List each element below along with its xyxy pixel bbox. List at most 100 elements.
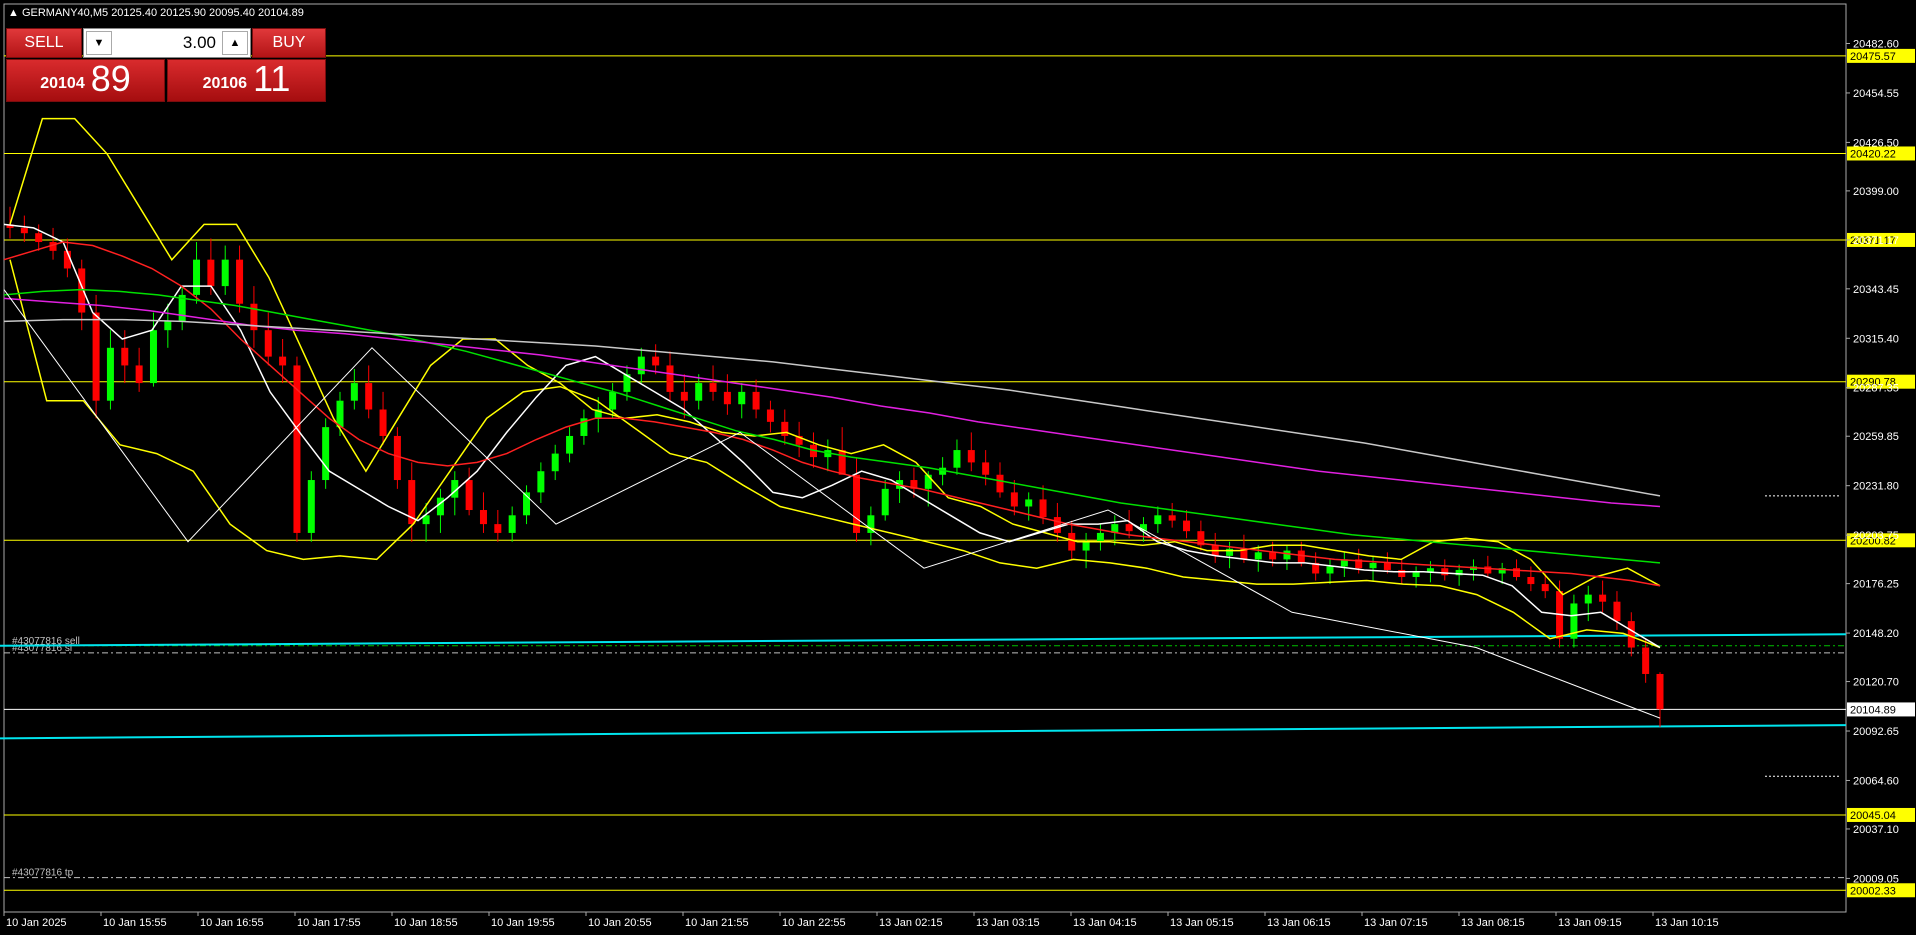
candle bbox=[766, 400, 774, 433]
candle bbox=[652, 344, 660, 375]
candle bbox=[221, 245, 229, 295]
candle bbox=[307, 471, 315, 542]
x-tick-label: 13 Jan 08:15 bbox=[1461, 917, 1525, 929]
sell-button[interactable]: SELL bbox=[6, 28, 82, 58]
y-tick-label: 20120.70 bbox=[1853, 677, 1899, 689]
volume-field[interactable]: ▼ ▲ bbox=[83, 28, 251, 58]
buy-button[interactable]: BUY bbox=[252, 28, 326, 58]
candle bbox=[1656, 672, 1664, 727]
trend-channel-line bbox=[0, 724, 1847, 740]
candle bbox=[1340, 552, 1348, 578]
candle bbox=[393, 427, 401, 489]
x-tick-label: 13 Jan 07:15 bbox=[1364, 917, 1428, 929]
x-tick-label: 13 Jan 06:15 bbox=[1267, 917, 1331, 929]
candle-body bbox=[1154, 515, 1162, 525]
candle bbox=[1283, 545, 1291, 570]
candle-body bbox=[92, 312, 100, 401]
candle bbox=[1469, 559, 1477, 581]
y-tick-label: 20315.40 bbox=[1853, 333, 1899, 345]
candle-body bbox=[1254, 552, 1262, 560]
candle bbox=[106, 330, 114, 410]
candle-body bbox=[350, 383, 358, 401]
y-tick-label: 20399.00 bbox=[1853, 186, 1899, 198]
candle-body bbox=[1010, 492, 1018, 507]
candle-body bbox=[838, 450, 846, 475]
candle bbox=[709, 365, 717, 401]
candle-body bbox=[695, 383, 703, 401]
candle bbox=[867, 506, 875, 546]
candle-body bbox=[1125, 524, 1133, 532]
candle bbox=[1226, 541, 1234, 569]
candle-body bbox=[494, 524, 502, 533]
candle bbox=[666, 351, 674, 401]
candle-body bbox=[1025, 499, 1033, 507]
x-tick-label: 13 Jan 10:15 bbox=[1655, 917, 1719, 929]
candle bbox=[1096, 524, 1104, 551]
candle-body bbox=[465, 480, 473, 511]
volume-down-arrow-icon[interactable]: ▼ bbox=[86, 31, 112, 55]
candle bbox=[1326, 559, 1334, 585]
candle bbox=[967, 432, 975, 472]
candle-body bbox=[221, 259, 229, 287]
candle bbox=[1211, 532, 1219, 563]
x-tick-label: 10 Jan 2025 bbox=[6, 917, 67, 929]
candle-body bbox=[1297, 550, 1305, 563]
x-tick-label: 10 Jan 17:55 bbox=[297, 917, 361, 929]
candle bbox=[1168, 502, 1176, 528]
volume-input[interactable] bbox=[118, 29, 216, 57]
candle-body bbox=[279, 356, 287, 366]
candle-body bbox=[1599, 594, 1607, 602]
candle-body bbox=[566, 435, 574, 454]
candle-body bbox=[1642, 647, 1650, 674]
candle bbox=[1197, 520, 1205, 551]
candle bbox=[135, 347, 143, 392]
candle-body bbox=[1269, 552, 1277, 560]
candle bbox=[824, 439, 832, 472]
candle-body bbox=[121, 347, 129, 366]
candle bbox=[1025, 492, 1033, 521]
volume-up-arrow-icon[interactable]: ▲ bbox=[222, 31, 248, 55]
candle bbox=[365, 365, 373, 419]
one-click-trading-panel: SELL ▼ ▲ BUY 20104 89 20106 11 bbox=[6, 28, 326, 102]
candle bbox=[479, 492, 487, 533]
y-tick-label: 20176.25 bbox=[1853, 579, 1899, 591]
candle-body bbox=[164, 321, 172, 331]
x-tick-label: 13 Jan 05:15 bbox=[1170, 917, 1234, 929]
bid-price-pips: 89 bbox=[90, 58, 131, 99]
candle bbox=[580, 409, 588, 445]
candle-body bbox=[1527, 577, 1535, 585]
price-chart[interactable]: 20475.5720420.2220371.1720290.7820200.82… bbox=[0, 0, 1916, 935]
candle-body bbox=[307, 480, 315, 533]
candle bbox=[236, 245, 244, 313]
candle-body bbox=[264, 330, 272, 357]
ask-price-box[interactable]: 20106 11 bbox=[167, 59, 326, 102]
candle-body bbox=[1441, 568, 1449, 576]
candle-body bbox=[652, 356, 660, 366]
ask-price-pips: 11 bbox=[253, 58, 291, 99]
x-tick-label: 10 Jan 19:55 bbox=[491, 917, 555, 929]
y-tick-label: 20009.05 bbox=[1853, 873, 1899, 885]
candle-body bbox=[1613, 601, 1621, 622]
candle bbox=[1584, 585, 1592, 622]
x-tick-label: 13 Jan 09:15 bbox=[1558, 917, 1622, 929]
candle bbox=[293, 356, 301, 542]
candle-body bbox=[723, 391, 731, 405]
y-tick-label: 20231.80 bbox=[1853, 481, 1899, 493]
candle-body bbox=[637, 356, 645, 375]
candle-body bbox=[1068, 532, 1076, 551]
candle bbox=[1627, 612, 1635, 657]
ask-price-main: 20106 bbox=[202, 75, 248, 92]
current-price-label: 20104.89 bbox=[1850, 704, 1896, 716]
candle bbox=[465, 467, 473, 516]
level-label: 20475.57 bbox=[1850, 51, 1896, 63]
candle bbox=[881, 480, 889, 521]
y-tick-label: 20371.17 bbox=[1853, 235, 1899, 247]
bid-price-box[interactable]: 20104 89 bbox=[6, 59, 165, 102]
candle-body bbox=[1369, 562, 1377, 569]
y-tick-label: 20203.75 bbox=[1853, 530, 1899, 542]
trend-channel-line bbox=[0, 633, 1847, 647]
candle-body bbox=[336, 400, 344, 428]
candle bbox=[982, 450, 990, 486]
level-label: 20002.33 bbox=[1850, 885, 1896, 897]
candle-body bbox=[379, 409, 387, 436]
